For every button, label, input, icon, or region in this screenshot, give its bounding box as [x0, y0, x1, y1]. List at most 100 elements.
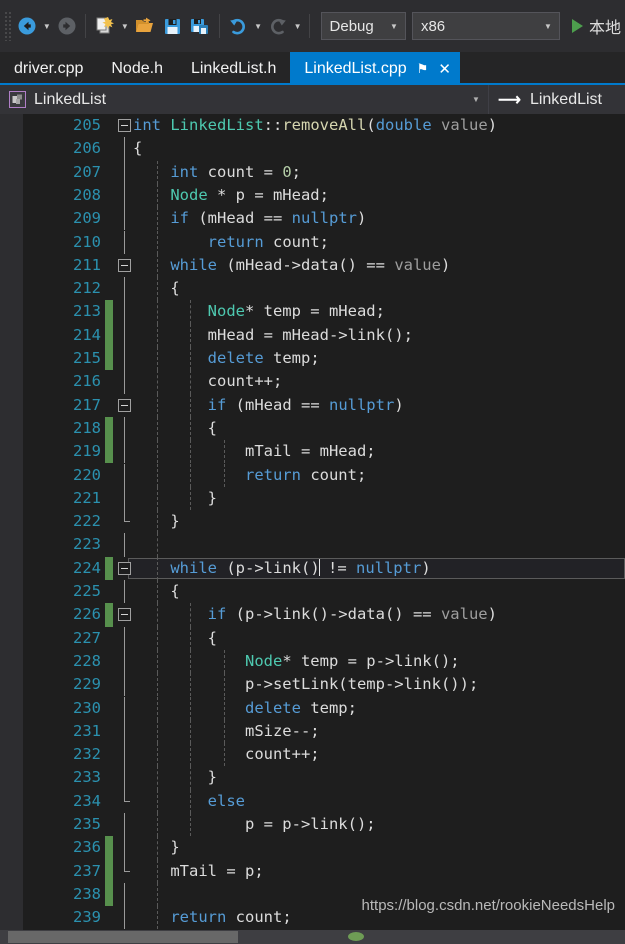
fold-region-line [124, 416, 125, 441]
fold-region-line [124, 533, 125, 557]
code-line[interactable]: 228 Node* temp = p->link(); [0, 649, 625, 674]
fold-region-line [124, 580, 125, 604]
code-line[interactable]: 224 while (p->link() != nullptr) [0, 556, 625, 580]
scope-dropdown[interactable]: LinkedList ▼ [0, 85, 489, 114]
code-token: { [133, 279, 180, 298]
code-text: delete temp; [133, 697, 357, 720]
code-line[interactable]: 207 int count = 0; [0, 160, 625, 184]
navigate-back-button[interactable] [13, 9, 41, 43]
code-line[interactable]: 221 } [0, 486, 625, 511]
horizontal-scrollbar[interactable] [0, 930, 625, 944]
code-line[interactable]: 234 else [0, 789, 625, 813]
navigate-back-dropdown[interactable]: ▼ [41, 9, 53, 43]
toolbar-drag-grip[interactable] [4, 11, 14, 41]
member-dropdown[interactable]: ⟶ LinkedList [489, 85, 625, 114]
code-line[interactable]: 230 delete temp; [0, 696, 625, 720]
code-line[interactable]: 235 p = p->link(); [0, 813, 625, 837]
line-number: 230 [73, 698, 101, 717]
code-line[interactable]: 216 count++; [0, 370, 625, 394]
tab-driver-cpp[interactable]: driver.cpp [0, 52, 98, 85]
collapse-region-toggle[interactable] [118, 258, 131, 272]
line-number: 234 [73, 791, 101, 810]
tab-node-h[interactable]: Node.h [97, 52, 177, 85]
code-line[interactable]: 215 delete temp; [0, 347, 625, 371]
pin-icon[interactable]: ⚑ [417, 61, 429, 77]
code-line[interactable]: 223 [0, 533, 625, 557]
tab-linkedlist-cpp[interactable]: LinkedList.cpp ⚑ ✕ [290, 52, 460, 85]
horizontal-scrollbar-thumb[interactable] [8, 931, 238, 943]
line-number: 227 [73, 628, 101, 647]
code-editor[interactable]: 205 int LinkedList::removeAll(double valu… [0, 114, 625, 930]
code-line[interactable]: 213 Node* temp = mHead; [0, 300, 625, 324]
code-line[interactable]: 205 int LinkedList::removeAll(double valu… [0, 114, 625, 137]
code-line[interactable]: 222 } [0, 510, 625, 534]
code-line[interactable]: 212 { [0, 277, 625, 301]
code-token: mSize--; [133, 721, 320, 740]
save-button[interactable] [158, 9, 186, 43]
indent-guide [157, 533, 158, 557]
open-file-button[interactable] [131, 9, 159, 43]
fold-region-line [124, 859, 130, 872]
undo-dropdown[interactable]: ▼ [252, 9, 264, 43]
code-line[interactable]: 237 mTail = p; [0, 859, 625, 883]
tab-linkedlist-h[interactable]: LinkedList.h [176, 52, 291, 85]
solution-configuration-combo[interactable]: Debug ▼ [320, 12, 406, 40]
fold-region-line [124, 183, 125, 208]
collapse-region-toggle[interactable] [118, 398, 131, 412]
code-token: return [170, 908, 227, 927]
new-item-dropdown[interactable]: ▼ [119, 9, 131, 43]
code-line[interactable]: 206 { [0, 137, 625, 161]
code-line[interactable]: 208 Node * p = mHead; [0, 183, 625, 208]
redo-button[interactable] [264, 9, 292, 43]
code-line[interactable]: 210 return count; [0, 230, 625, 254]
code-line[interactable]: 219 mTail = mHead; [0, 440, 625, 464]
code-token: if [170, 209, 189, 228]
collapse-region-toggle[interactable] [118, 561, 131, 575]
solution-configuration-value: Debug [329, 17, 374, 35]
toolbar-separator [308, 14, 310, 38]
code-line[interactable]: 226 if (p->link()->data() == value) [0, 603, 625, 627]
change-indicator-bar [105, 836, 113, 860]
code-token: return [244, 465, 301, 484]
code-token: nullptr [355, 558, 422, 577]
code-text: count++; [133, 743, 320, 766]
code-line[interactable]: 217 if (mHead == nullptr) [0, 393, 625, 417]
save-all-button[interactable] [186, 9, 214, 43]
code-line[interactable]: 211 while (mHead->data() == value) [0, 253, 625, 278]
new-item-button[interactable] [91, 9, 119, 43]
code-token: (p->link()->data() == [226, 605, 441, 624]
collapse-region-toggle[interactable] [118, 608, 131, 622]
code-line[interactable]: 218 { [0, 416, 625, 441]
code-token: temp; [300, 698, 357, 717]
undo-button[interactable] [225, 9, 253, 43]
code-token: ( [366, 116, 376, 134]
code-line[interactable]: 236 } [0, 836, 625, 860]
code-line[interactable]: 214 mHead = mHead->link(); [0, 323, 625, 347]
code-line[interactable]: 227 { [0, 626, 625, 650]
line-number: 214 [73, 325, 101, 344]
code-line[interactable]: 231 mSize--; [0, 719, 625, 744]
start-debugging-button[interactable]: 本地 [568, 10, 625, 42]
change-indicator-bar [105, 859, 113, 883]
code-line[interactable]: 220 return count; [0, 463, 625, 487]
code-line[interactable]: 209 if (mHead == nullptr) [0, 207, 625, 231]
fold-region-line [124, 323, 125, 347]
code-line[interactable]: 229 p->setLink(temp->link()); [0, 673, 625, 697]
code-line[interactable]: 233 } [0, 766, 625, 790]
close-icon[interactable]: ✕ [435, 60, 454, 78]
code-line[interactable]: 232 count++; [0, 743, 625, 767]
undo-icon [230, 18, 246, 35]
code-line[interactable]: 225 { [0, 580, 625, 604]
code-text: mHead = mHead->link(); [133, 324, 413, 347]
code-token: != [318, 558, 356, 577]
code-token: { [133, 418, 217, 437]
fold-region-line [124, 463, 125, 487]
collapse-region-toggle[interactable] [118, 119, 131, 132]
solution-platform-combo[interactable]: x86 ▼ [411, 12, 560, 40]
redo-dropdown[interactable]: ▼ [292, 9, 304, 43]
navigate-forward-button[interactable] [53, 9, 81, 43]
change-indicator-bar [105, 882, 113, 907]
code-token: 0 [282, 162, 292, 181]
